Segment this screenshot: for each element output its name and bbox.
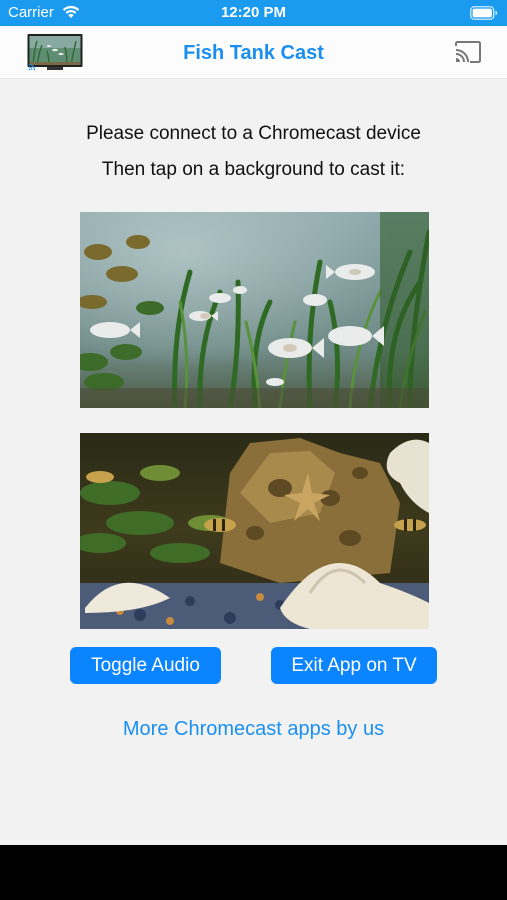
aquarium-rocks-thumbnail (80, 433, 429, 629)
more-apps-link[interactable]: More Chromecast apps by us (0, 717, 507, 741)
status-time: 12:20 PM (220, 4, 287, 21)
status-bar: Carrier 12:20 PM (0, 0, 507, 26)
tap-instruction: Then tap on a background to cast it: (101, 159, 406, 180)
chromecast-icon[interactable] (453, 40, 483, 64)
aquarium-background-2[interactable] (80, 433, 429, 629)
aquarium-background-1[interactable] (80, 212, 429, 408)
battery-icon (470, 6, 498, 20)
home-indicator-area (0, 845, 507, 900)
exit-app-on-tv-button[interactable]: Exit App on TV (271, 647, 437, 684)
aquarium-plants-thumbnail (80, 212, 429, 408)
navigation-bar: Fish Tank Cast (0, 26, 507, 79)
page-title: Fish Tank Cast (183, 42, 324, 64)
connect-instruction: Please connect to a Chromecast device (86, 123, 421, 144)
app-screen: Carrier 12:20 PM Fish Tank Cast Please c… (0, 0, 507, 845)
toggle-audio-button[interactable]: Toggle Audio (70, 647, 221, 684)
